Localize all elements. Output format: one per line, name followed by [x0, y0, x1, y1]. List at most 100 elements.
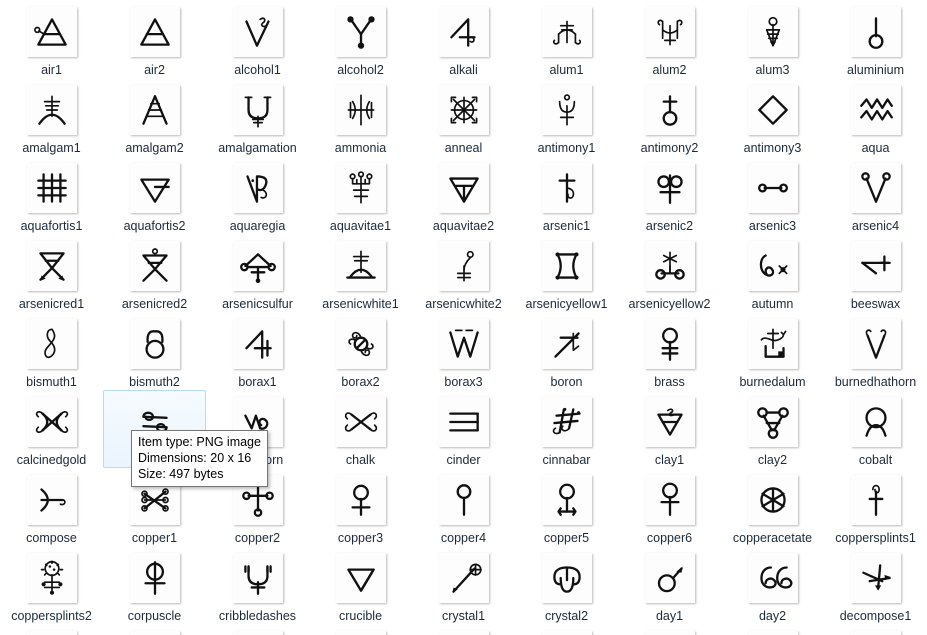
file-item-coppersplints2[interactable]: coppersplints2 [0, 546, 103, 624]
file-item-burnedalum[interactable]: burnedalum [721, 312, 824, 390]
arsenicred2-icon [129, 241, 180, 291]
file-item-copper5[interactable]: copper5 [515, 468, 618, 546]
file-item-alum3[interactable]: alum3 [721, 0, 824, 78]
day2-icon [747, 553, 798, 603]
file-item-coppersplints1[interactable]: coppersplints1 [824, 468, 927, 546]
file-item[interactable] [824, 624, 927, 635]
file-item-crystal2[interactable]: crystal2 [515, 546, 618, 624]
file-item-alcohol2[interactable]: alcohol2 [309, 0, 412, 78]
file-item-copper3[interactable]: copper3 [309, 468, 412, 546]
file-item-arsenic1[interactable]: arsenic1 [515, 156, 618, 234]
file-item-calcinedgold[interactable]: calcinedgold [0, 390, 103, 468]
file-item-arsenicwhite2[interactable]: arsenicwhite2 [412, 234, 515, 312]
file-item-clay1[interactable]: clay1 [618, 390, 721, 468]
file-item-alum2[interactable]: alum2 [618, 0, 721, 78]
file-item-air1[interactable]: air1 [0, 0, 103, 78]
file-item[interactable] [0, 624, 103, 635]
file-item-decompose1[interactable]: decompose1 [824, 546, 927, 624]
file-item-arsenicred1[interactable]: arsenicred1 [0, 234, 103, 312]
file-item-arsenicsulfur[interactable]: arsenicsulfur [206, 234, 309, 312]
file-item-cobalt[interactable]: cobalt [824, 390, 927, 468]
file-item-corpuscle[interactable]: corpuscle [103, 546, 206, 624]
file-item-arsenic2[interactable]: arsenic2 [618, 156, 721, 234]
file-item-label: beeswax [850, 297, 901, 311]
file-item-label: day2 [758, 609, 787, 623]
file-item-alcohol1[interactable]: alcohol1 [206, 0, 309, 78]
file-item-anneal[interactable]: anneal [412, 78, 515, 156]
file-item[interactable] [206, 624, 309, 635]
crystal1-icon [438, 553, 489, 603]
file-item-arsenicred2[interactable]: arsenicred2 [103, 234, 206, 312]
file-item-borax1[interactable]: borax1 [206, 312, 309, 390]
file-item-alum1[interactable]: alum1 [515, 0, 618, 78]
file-item-bismuth1[interactable]: bismuth1 [0, 312, 103, 390]
file-item-aquafortis1[interactable]: aquafortis1 [0, 156, 103, 234]
file-item-bismuth2[interactable]: bismuth2 [103, 312, 206, 390]
file-item[interactable] [309, 624, 412, 635]
file-item-day2[interactable]: day2 [721, 546, 824, 624]
file-item-aquaregia[interactable]: aquaregia [206, 156, 309, 234]
file-item-beeswax[interactable]: beeswax [824, 234, 927, 312]
file-item-borax3[interactable]: borax3 [412, 312, 515, 390]
file-item-arsenic3[interactable]: arsenic3 [721, 156, 824, 234]
file-item-cinder[interactable]: cinder [412, 390, 515, 468]
air1-icon [26, 7, 77, 57]
file-item-borax2[interactable]: borax2 [309, 312, 412, 390]
file-item-clay2[interactable]: clay2 [721, 390, 824, 468]
file-item[interactable] [618, 624, 721, 635]
file-item-chalk[interactable]: chalk [309, 390, 412, 468]
file-item-amalgam1[interactable]: amalgam1 [0, 78, 103, 156]
file-item-label: arsenicyellow1 [525, 297, 608, 311]
file-item[interactable] [515, 624, 618, 635]
file-item[interactable] [721, 624, 824, 635]
file-explorer-icon-view[interactable]: air1 air2 alcohol1 alcohol2 alkali alum1 alum2… [0, 0, 927, 635]
file-item-antimony2[interactable]: antimony2 [618, 78, 721, 156]
file-item-copperacetate[interactable]: copperacetate [721, 468, 824, 546]
file-item-label: copper1 [131, 531, 178, 545]
arsenic3-icon [747, 163, 798, 213]
file-item-compose[interactable]: compose [0, 468, 103, 546]
icon-grid[interactable]: air1 air2 alcohol1 alcohol2 alkali alum1 alum2… [0, 0, 927, 635]
file-item-label: antimony3 [743, 141, 802, 155]
file-item-boron[interactable]: boron [515, 312, 618, 390]
alkali-icon [438, 7, 489, 57]
file-item-cinnabar[interactable]: cinnabar [515, 390, 618, 468]
file-item-amalgamation[interactable]: amalgamation [206, 78, 309, 156]
file-item-crucible[interactable]: crucible [309, 546, 412, 624]
file-item-antimony1[interactable]: antimony1 [515, 78, 618, 156]
file-item-label: brass [654, 375, 685, 389]
file-item-label: cinder [446, 453, 481, 467]
file-item-antimony3[interactable]: antimony3 [721, 78, 824, 156]
file-item[interactable] [103, 624, 206, 635]
file-item-autumn[interactable]: autumn [721, 234, 824, 312]
file-item-ammonia[interactable]: ammonia [309, 78, 412, 156]
aquavitae1-icon [335, 163, 386, 213]
coppersplints1-icon [850, 475, 901, 525]
file-item-aquavitae2[interactable]: aquavitae2 [412, 156, 515, 234]
file-item-label: day1 [655, 609, 684, 623]
file-item-copper6[interactable]: copper6 [618, 468, 721, 546]
file-item-amalgam2[interactable]: amalgam2 [103, 78, 206, 156]
file-item-alkali[interactable]: alkali [412, 0, 515, 78]
day1-icon [644, 553, 695, 603]
file-item-arsenicyellow1[interactable]: arsenicyellow1 [515, 234, 618, 312]
file-item-aluminium[interactable]: aluminium [824, 0, 927, 78]
file-item-aquafortis2[interactable]: aquafortis2 [103, 156, 206, 234]
file-item-crystal1[interactable]: crystal1 [412, 546, 515, 624]
file-item-arsenicyellow2[interactable]: arsenicyellow2 [618, 234, 721, 312]
file-item-arsenicwhite1[interactable]: arsenicwhite1 [309, 234, 412, 312]
file-item-copper4[interactable]: copper4 [412, 468, 515, 546]
file-item-label: decompose1 [839, 609, 912, 623]
file-item[interactable] [412, 624, 515, 635]
file-item-cribbledashes[interactable]: cribbledashes [206, 546, 309, 624]
file-item-brass[interactable]: brass [618, 312, 721, 390]
file-item-aquavitae1[interactable]: aquavitae1 [309, 156, 412, 234]
file-item-arsenic4[interactable]: arsenic4 [824, 156, 927, 234]
file-item-day1[interactable]: day1 [618, 546, 721, 624]
arsenicwhite1-icon [335, 241, 386, 291]
file-item-label: alkali [449, 63, 478, 77]
file-item-aqua[interactable]: aqua [824, 78, 927, 156]
beeswax-icon [850, 241, 901, 291]
file-item-air2[interactable]: air2 [103, 0, 206, 78]
file-item-burnedhathorn[interactable]: burnedhathorn [824, 312, 927, 390]
